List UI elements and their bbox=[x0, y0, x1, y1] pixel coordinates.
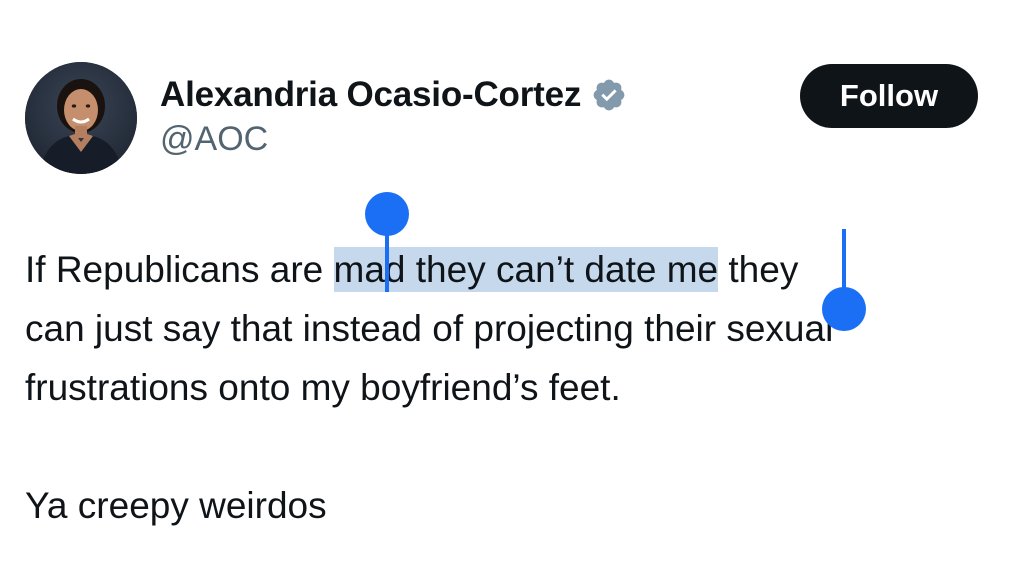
follow-button[interactable]: Follow bbox=[800, 64, 978, 128]
selection-start-caret bbox=[385, 226, 389, 292]
author-handle[interactable]: @AOC bbox=[160, 120, 268, 159]
tweet-body[interactable]: If Republicans are mad they can’t date m… bbox=[25, 240, 1010, 535]
tweet-text-segment: If Republicans are bbox=[25, 249, 334, 290]
text-selection-highlight[interactable]: mad they can’t date me bbox=[333, 247, 719, 292]
tweet-card: Alexandria Ocasio-Cortez @AOC Follow If … bbox=[0, 0, 1024, 573]
tweet-line-4: Ya creepy weirdos bbox=[25, 485, 327, 526]
tweet-text-segment: they bbox=[718, 249, 799, 290]
display-name[interactable]: Alexandria Ocasio-Cortez bbox=[160, 75, 581, 115]
verified-badge-icon[interactable] bbox=[591, 77, 627, 113]
selection-end-caret bbox=[842, 229, 846, 293]
selection-end-handle[interactable] bbox=[822, 287, 866, 331]
author-name-row: Alexandria Ocasio-Cortez bbox=[160, 74, 627, 116]
profile-photo bbox=[25, 62, 137, 174]
avatar[interactable] bbox=[25, 62, 137, 174]
tweet-line-3: frustrations onto my boyfriend’s feet. bbox=[25, 367, 621, 408]
tweet-line-1: If Republicans are mad they can’t date m… bbox=[25, 240, 1010, 299]
